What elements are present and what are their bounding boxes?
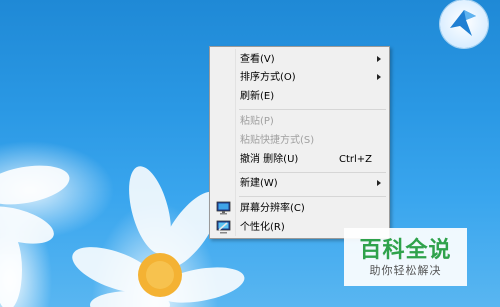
menu-item-label: 排序方式(O) (240, 72, 296, 83)
menu-item-label: 粘贴快捷方式(S) (240, 135, 315, 146)
monitor-icon (216, 201, 231, 215)
menu-item-shortcut: Ctrl+Z (338, 154, 372, 165)
menu-item-view[interactable]: 查看(V) (211, 50, 388, 69)
browser-logo-icon[interactable] (440, 0, 488, 48)
desktop-context-menu: 查看(V) 排序方式(O) 刷新(E) 粘贴(P) 粘贴快捷方式(S) 撤消 删… (209, 46, 390, 239)
menu-item-paste[interactable]: 粘贴(P) (211, 112, 388, 131)
baike-watermark: 百科全说 助你轻松解决 (344, 228, 467, 286)
watermark-subtitle: 助你轻松解决 (369, 264, 442, 277)
menu-separator (239, 109, 386, 110)
menu-item-label: 刷新(E) (240, 91, 275, 102)
menu-item-label: 查看(V) (240, 54, 275, 65)
menu-item-label: 粘贴(P) (240, 116, 274, 127)
menu-item-sort-by[interactable]: 排序方式(O) (211, 68, 388, 87)
menu-item-label: 个性化(R) (240, 222, 285, 233)
menu-item-paste-shortcut[interactable]: 粘贴快捷方式(S) (211, 131, 388, 150)
menu-item-label: 撤消 删除(U) (240, 154, 299, 165)
menu-separator (239, 196, 386, 197)
menu-item-screen-resolution[interactable]: 屏幕分辨率(C) (211, 199, 388, 218)
watermark-title: 百科全说 (359, 238, 452, 263)
menu-item-undo-delete[interactable]: 撤消 删除(U) Ctrl+Z (211, 150, 388, 169)
menu-item-label: 新建(W) (240, 178, 278, 189)
menu-item-new[interactable]: 新建(W) (211, 174, 388, 193)
menu-item-label: 屏幕分辨率(C) (240, 203, 305, 214)
personalize-icon (216, 220, 231, 234)
menu-item-refresh[interactable]: 刷新(E) (211, 87, 388, 106)
submenu-arrow-icon (377, 74, 381, 80)
submenu-arrow-icon (377, 56, 381, 62)
menu-separator (239, 172, 386, 173)
submenu-arrow-icon (377, 180, 381, 186)
